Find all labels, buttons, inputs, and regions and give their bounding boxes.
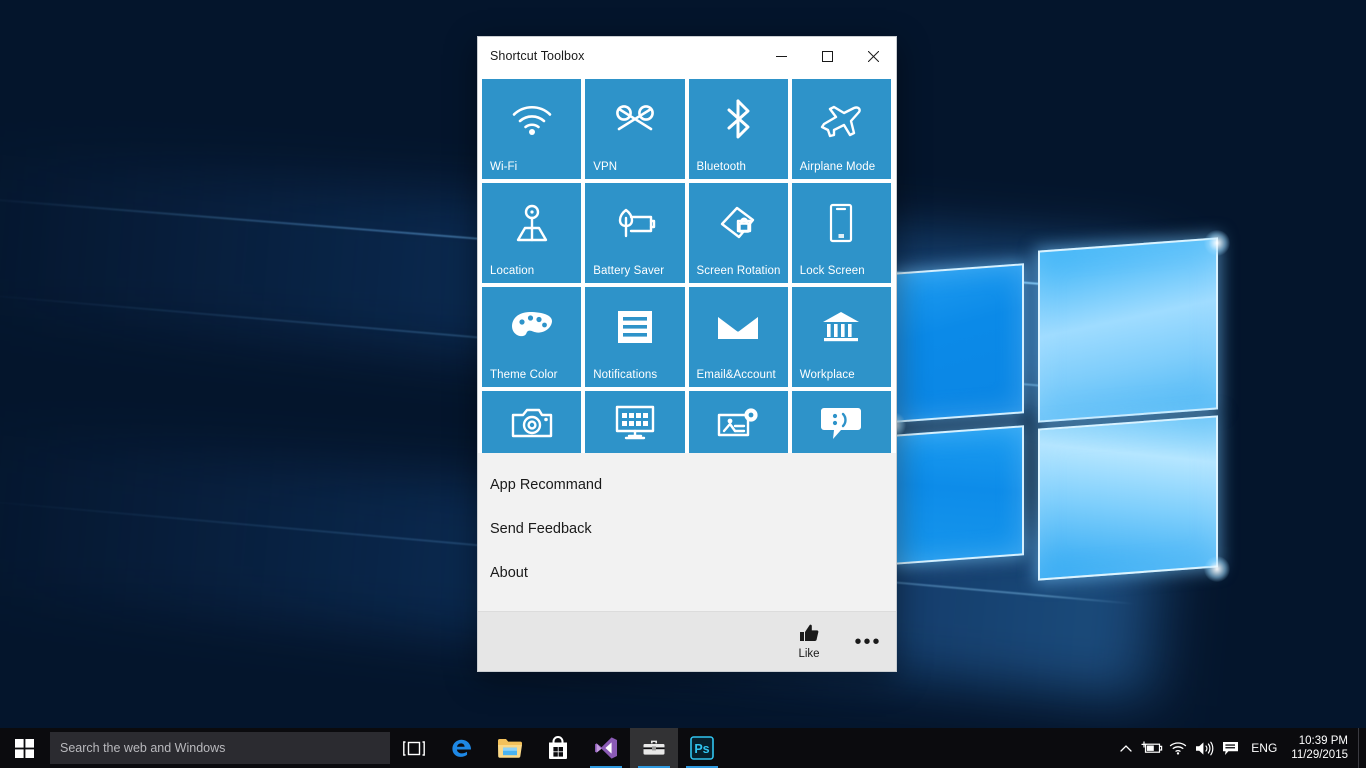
app-menu-list[interactable]: App Recommand Send Feedback About — [478, 453, 896, 611]
menu-item-label: App Recommand — [490, 477, 602, 493]
tile-label: Bluetooth — [697, 161, 747, 173]
tile-label: Wi-Fi — [490, 161, 517, 173]
tile-label: Lock Screen — [800, 265, 865, 277]
bluetooth-icon — [689, 97, 788, 141]
show-hidden-icons-chevron[interactable] — [1113, 728, 1139, 768]
tile-personalization[interactable] — [689, 391, 788, 453]
clock-time: 10:39 PM — [1299, 734, 1348, 748]
tile-battery-saver[interactable]: Battery Saver — [585, 183, 684, 283]
tile-workplace[interactable]: Workplace — [792, 287, 891, 387]
windows-logo-wallpaper — [886, 226, 1230, 564]
notifications-icon — [585, 305, 684, 349]
search-input[interactable]: Search the web and Windows — [50, 732, 390, 764]
tile-label: Airplane Mode — [800, 161, 875, 173]
tile-wifi[interactable]: Wi-Fi — [482, 79, 581, 179]
tile-label: Email&Account — [697, 369, 776, 381]
lock-screen-icon — [792, 201, 891, 245]
window-titlebar[interactable]: Shortcut Toolbox — [478, 37, 896, 75]
screen-rotation-icon — [689, 201, 788, 245]
tile-location[interactable]: Location — [482, 183, 581, 283]
clock-date: 11/29/2015 — [1291, 748, 1348, 762]
system-tray[interactable]: ENG 10:39 PM 11/29/2015 — [1113, 728, 1366, 768]
svg-text:Ps: Ps — [694, 742, 709, 756]
menu-item-app-recommand[interactable]: App Recommand — [478, 463, 896, 507]
logo-glow-top — [1204, 230, 1230, 256]
shortcut-toolbox-window[interactable]: Shortcut Toolbox — [477, 36, 897, 672]
tile-label: Screen Rotation — [697, 265, 781, 277]
app-command-bar[interactable]: Like ••• — [478, 611, 896, 671]
menu-item-label: About — [490, 565, 528, 581]
menu-item-label: Send Feedback — [490, 521, 592, 537]
tile-bluetooth[interactable]: Bluetooth — [689, 79, 788, 179]
tile-theme-color[interactable]: Theme Color — [482, 287, 581, 387]
volume-icon[interactable] — [1191, 728, 1217, 768]
store-icon[interactable] — [534, 728, 582, 768]
search-placeholder: Search the web and Windows — [60, 741, 225, 755]
action-center-icon[interactable] — [1217, 728, 1243, 768]
like-button[interactable]: Like — [786, 624, 832, 660]
menu-item-send-feedback[interactable]: Send Feedback — [478, 507, 896, 551]
battery-saver-icon — [585, 201, 684, 245]
shortcut-tile-grid[interactable]: Wi-Fi VPN — [478, 75, 896, 453]
tile-label: Theme Color — [490, 369, 558, 381]
tile-label: Location — [490, 265, 534, 277]
logo-pane-top-right — [1038, 237, 1218, 422]
tile-label: Notifications — [593, 369, 657, 381]
tile-screen-rotation[interactable]: Screen Rotation — [689, 183, 788, 283]
network-wifi-icon[interactable] — [1165, 728, 1191, 768]
logo-pane-top-left — [894, 263, 1024, 423]
tile-camera[interactable] — [482, 391, 581, 453]
taskbar[interactable]: Search the web and Windows — [0, 728, 1366, 768]
file-explorer-icon[interactable] — [486, 728, 534, 768]
personalization-icon — [689, 401, 788, 445]
tile-label: VPN — [593, 161, 617, 173]
close-button[interactable] — [850, 37, 896, 75]
desktop[interactable]: Shortcut Toolbox — [0, 0, 1366, 768]
show-desktop-button[interactable] — [1358, 728, 1366, 768]
task-view-icon[interactable] — [390, 728, 438, 768]
camera-icon — [482, 401, 581, 445]
emoji-chat-icon — [792, 401, 891, 445]
windows-start-icon[interactable] — [0, 728, 48, 768]
vpn-icon — [585, 97, 684, 141]
logo-glow-bottom — [1204, 556, 1230, 582]
tile-notifications[interactable]: Notifications — [585, 287, 684, 387]
display-apps-icon — [585, 401, 684, 445]
tile-label: Workplace — [800, 369, 855, 381]
more-icon[interactable]: ••• — [850, 624, 886, 660]
logo-pane-bottom-left — [894, 425, 1024, 565]
tile-emoji-chat[interactable] — [792, 391, 891, 453]
maximize-button[interactable] — [804, 37, 850, 75]
clock[interactable]: 10:39 PM 11/29/2015 — [1285, 728, 1358, 768]
shortcut-toolbox-icon[interactable] — [630, 728, 678, 768]
tile-airplane-mode[interactable]: Airplane Mode — [792, 79, 891, 179]
window-title: Shortcut Toolbox — [478, 49, 758, 63]
language-label: ENG — [1251, 741, 1277, 755]
language-indicator[interactable]: ENG — [1243, 728, 1285, 768]
location-icon — [482, 201, 581, 245]
tile-display-apps[interactable] — [585, 391, 684, 453]
visual-studio-icon[interactable] — [582, 728, 630, 768]
tile-email-account[interactable]: Email&Account — [689, 287, 788, 387]
photoshop-icon[interactable]: Ps — [678, 728, 726, 768]
battery-charging-icon[interactable] — [1139, 728, 1165, 768]
thumbs-up-icon — [799, 624, 819, 647]
tile-lock-screen[interactable]: Lock Screen — [792, 183, 891, 283]
like-label: Like — [798, 648, 819, 660]
airplane-icon — [792, 97, 891, 141]
edge-icon[interactable] — [438, 728, 486, 768]
logo-pane-bottom-right — [1038, 415, 1218, 580]
tile-vpn[interactable]: VPN — [585, 79, 684, 179]
email-icon — [689, 305, 788, 349]
tile-label: Battery Saver — [593, 265, 664, 277]
wifi-icon — [482, 97, 581, 141]
workplace-icon — [792, 305, 891, 349]
menu-item-about[interactable]: About — [478, 551, 896, 595]
minimize-button[interactable] — [758, 37, 804, 75]
palette-icon — [482, 305, 581, 349]
